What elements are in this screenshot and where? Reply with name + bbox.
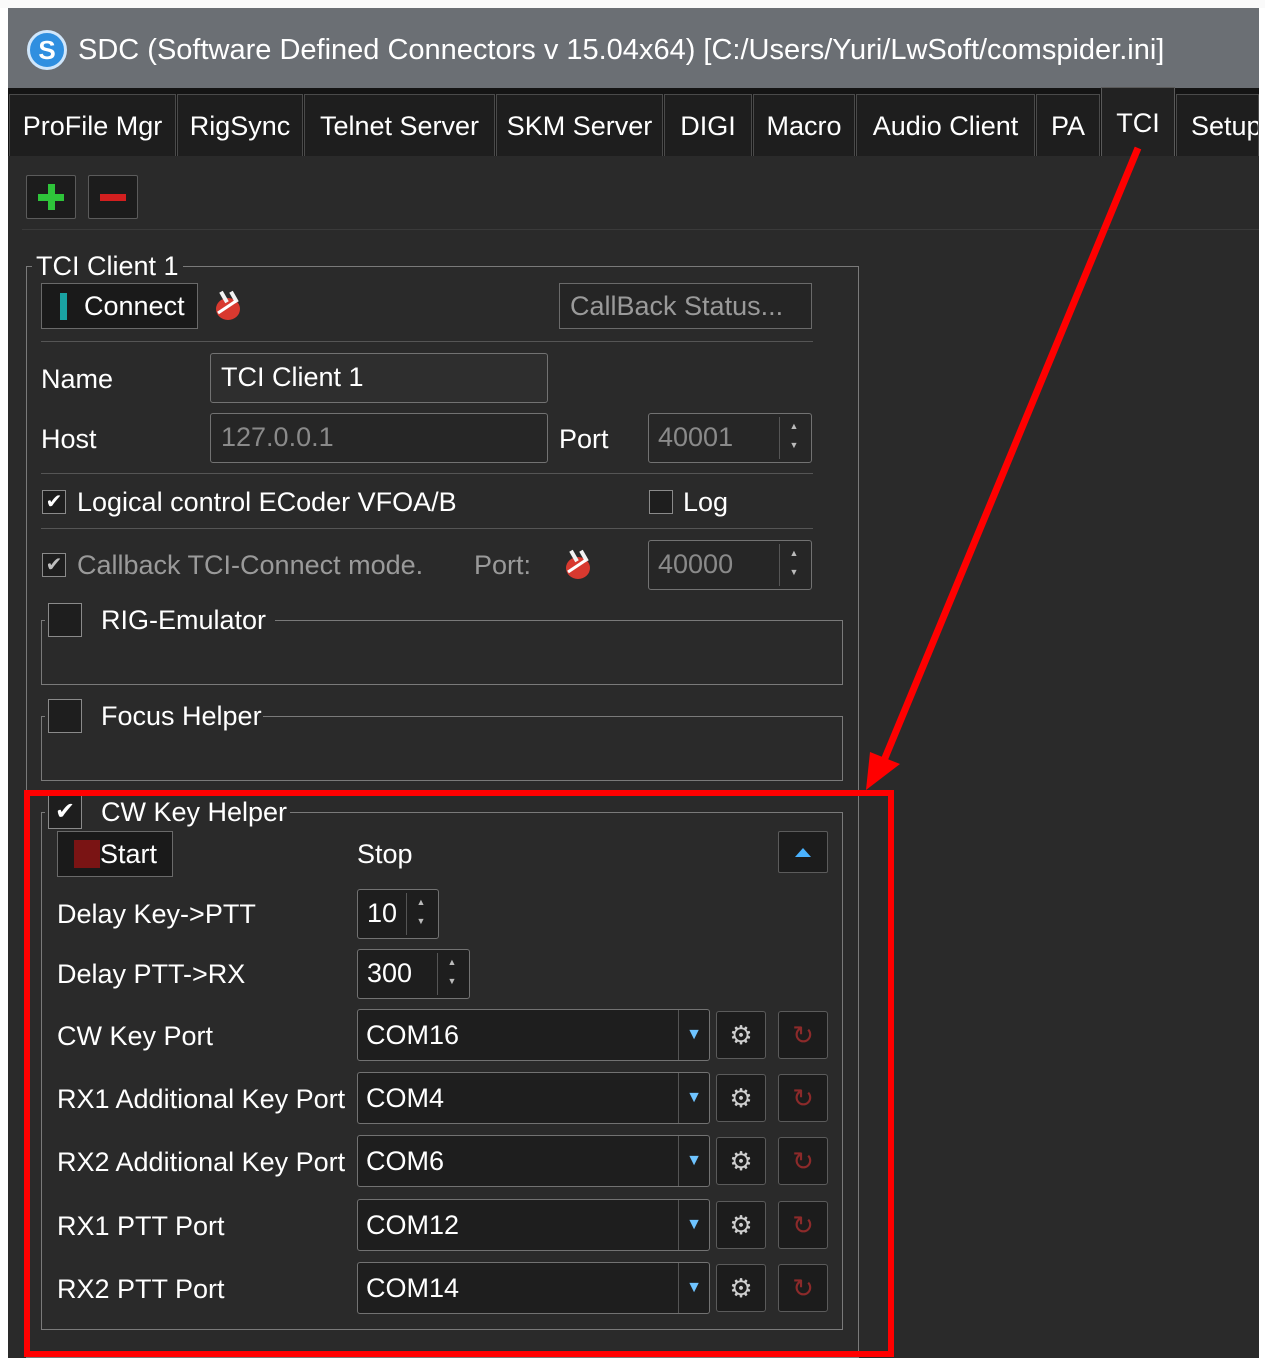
- annotation-arrow: [866, 146, 1142, 790]
